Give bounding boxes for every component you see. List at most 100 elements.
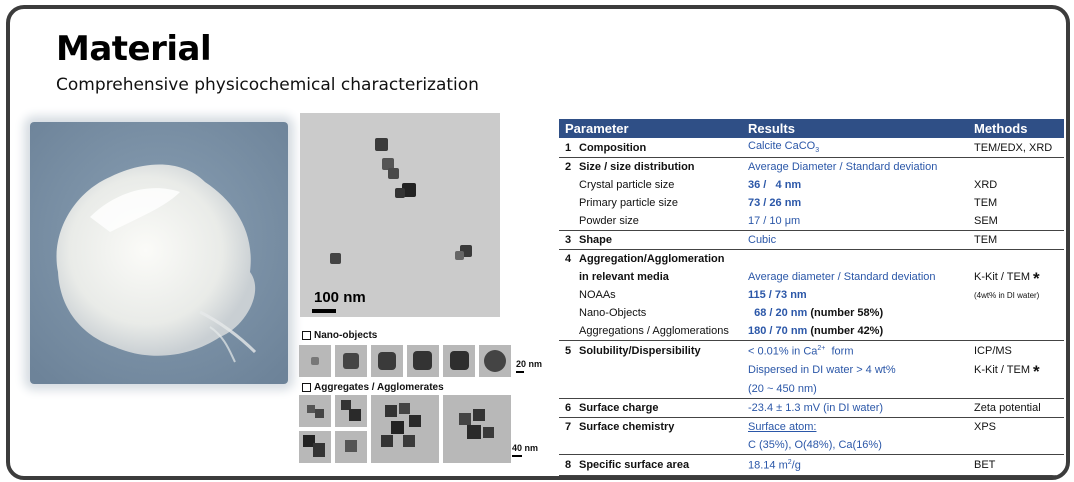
aggregate-image bbox=[299, 395, 331, 427]
row-number: 7 bbox=[565, 421, 572, 433]
table-row: Primary particle size 73 / 26 nm TEM bbox=[559, 194, 1064, 212]
row-result: < 0.01% in Ca2+ form bbox=[748, 344, 854, 358]
nano-scale-bar bbox=[516, 371, 524, 373]
row-result: Cubic bbox=[748, 234, 777, 246]
row-method: ICP/MS bbox=[974, 345, 1012, 357]
row-parameter: in relevant media bbox=[579, 271, 669, 283]
row-parameter: Aggregation/Agglomeration bbox=[579, 253, 725, 265]
nano-object-image bbox=[335, 345, 367, 377]
row-method: TEM/EDX, XRD bbox=[974, 141, 1053, 154]
table-row: 7 Surface chemistry Surface atom: XPS bbox=[559, 417, 1064, 436]
aggregates-label: Aggregates / Agglomerates bbox=[314, 382, 444, 393]
row-result: 36 / 4 nm bbox=[748, 179, 802, 191]
row-number: 2 bbox=[565, 161, 572, 173]
row-parameter: NOAAs bbox=[579, 289, 616, 301]
nano-object-image bbox=[371, 345, 403, 377]
row-number: 4 bbox=[565, 253, 572, 265]
table-row: 8 Specific surface area 18.14 m2/g BET bbox=[559, 454, 1064, 476]
characterization-table: Parameter Results Methods 1 Composition C… bbox=[559, 119, 1064, 476]
nano-object-image bbox=[443, 345, 475, 377]
asterisk-icon: * bbox=[1033, 362, 1040, 381]
header-parameter: Parameter bbox=[565, 121, 629, 136]
nano-object-image bbox=[407, 345, 439, 377]
table-row: (20 ~ 450 nm) bbox=[559, 379, 1064, 398]
aggregate-image bbox=[299, 431, 331, 463]
row-number: 3 bbox=[565, 234, 572, 246]
asterisk-icon: * bbox=[1033, 269, 1040, 288]
row-parameter: Primary particle size bbox=[579, 197, 679, 209]
row-number: 1 bbox=[565, 141, 572, 154]
header-methods: Methods bbox=[974, 121, 1028, 136]
row-number: 6 bbox=[565, 402, 572, 414]
table-row: C (35%), O(48%), Ca(16%) bbox=[559, 436, 1064, 454]
row-number: 8 bbox=[565, 459, 572, 471]
table-row: 2 Size / size distribution Average Diamet… bbox=[559, 157, 1064, 176]
row-result: Average Diameter / Standard deviation bbox=[748, 161, 938, 173]
row-result: -23.4 ± 1.3 mV (in DI water) bbox=[748, 402, 884, 414]
row-method: (4wt% in DI water) bbox=[974, 290, 1040, 300]
row-method: Zeta potential bbox=[974, 402, 1041, 414]
slide-subtitle: Comprehensive physicochemical characteri… bbox=[56, 75, 479, 95]
row-result: Calcite CaCO3 bbox=[748, 140, 820, 155]
slide-title: Material bbox=[56, 29, 212, 69]
slide-frame: Material Comprehensive physicochemical c… bbox=[6, 5, 1070, 480]
table-row: Powder size 17 / 10 μm SEM bbox=[559, 212, 1064, 230]
aggregates-scale-label: 40 nm bbox=[512, 443, 539, 453]
row-parameter: Composition bbox=[579, 141, 647, 154]
table-row: Aggregations / Agglomerations 180 / 70 n… bbox=[559, 322, 1064, 340]
nano-object-image bbox=[299, 345, 331, 377]
table-header: Parameter Results Methods bbox=[559, 119, 1064, 138]
row-number: 5 bbox=[565, 345, 572, 357]
row-result: 68 / 20 nm (number 58%) bbox=[748, 307, 884, 319]
aggregate-image bbox=[335, 431, 367, 463]
row-result: C (35%), O(48%), Ca(16%) bbox=[748, 439, 882, 451]
row-result: (20 ~ 450 nm) bbox=[748, 382, 817, 395]
nano-objects-caption: Nano-objects bbox=[302, 330, 377, 341]
table-row: 6 Surface charge -23.4 ± 1.3 mV (in DI wa… bbox=[559, 398, 1064, 417]
table-row: Nano-Objects 68 / 20 nm (number 58%) bbox=[559, 304, 1064, 322]
table-row: in relevant media Average diameter / Sta… bbox=[559, 268, 1064, 288]
checkbox-icon bbox=[302, 331, 311, 340]
row-parameter: Crystal particle size bbox=[579, 179, 675, 191]
aggregates-scale-bar bbox=[512, 455, 522, 457]
row-result: 115 / 73 nm bbox=[748, 289, 807, 301]
table-row: 5 Solubility/Dispersibility < 0.01% in Ca… bbox=[559, 340, 1064, 361]
row-parameter: Surface chemistry bbox=[579, 421, 675, 433]
nano-objects-strip bbox=[299, 345, 511, 377]
table-row: NOAAs 115 / 73 nm (4wt% in DI water) bbox=[559, 286, 1064, 304]
row-method: TEM bbox=[974, 197, 998, 209]
nano-objects-label: Nano-objects bbox=[314, 330, 378, 341]
row-result: 73 / 26 nm bbox=[748, 197, 802, 209]
row-method: SEM bbox=[974, 215, 998, 227]
row-parameter: Shape bbox=[579, 234, 613, 246]
table-row: 3 Shape Cubic TEM bbox=[559, 230, 1064, 249]
powder-photo bbox=[30, 122, 288, 384]
row-method: BET bbox=[974, 459, 996, 471]
header-results: Results bbox=[748, 121, 795, 136]
row-method: XPS bbox=[974, 421, 997, 433]
nano-scale-label: 20 nm bbox=[516, 359, 543, 369]
aggregate-image bbox=[443, 395, 511, 463]
row-result: 18.14 m2/g bbox=[748, 458, 801, 472]
row-method: K-Kit / TEM * bbox=[974, 269, 1040, 288]
row-result: 17 / 10 μm bbox=[748, 215, 801, 227]
table-row: Crystal particle size 36 / 4 nm XRD bbox=[559, 176, 1064, 194]
table-row: Dispersed in DI water > 4 wt% K-Kit / TE… bbox=[559, 361, 1064, 381]
tem-scale-label: 100 nm bbox=[314, 289, 366, 306]
row-method: TEM bbox=[974, 234, 998, 246]
row-parameter: Aggregations / Agglomerations bbox=[579, 325, 729, 337]
row-parameter: Nano-Objects bbox=[579, 307, 647, 319]
row-result: Dispersed in DI water > 4 wt% bbox=[748, 364, 896, 376]
row-result: Average diameter / Standard deviation bbox=[748, 271, 936, 283]
row-parameter: Powder size bbox=[579, 215, 639, 227]
row-method: XRD bbox=[974, 179, 998, 191]
table-row: 1 Composition Calcite CaCO3 TEM/EDX, XRD bbox=[559, 138, 1064, 157]
row-result: Surface atom: bbox=[748, 421, 817, 433]
row-parameter: Surface charge bbox=[579, 402, 659, 414]
aggregate-image bbox=[371, 395, 439, 463]
aggregates-strip bbox=[299, 395, 511, 463]
nano-object-image bbox=[479, 345, 511, 377]
row-result: 180 / 70 nm (number 42%) bbox=[748, 325, 884, 337]
row-parameter: Specific surface area bbox=[579, 459, 690, 471]
checkbox-icon bbox=[302, 383, 311, 392]
